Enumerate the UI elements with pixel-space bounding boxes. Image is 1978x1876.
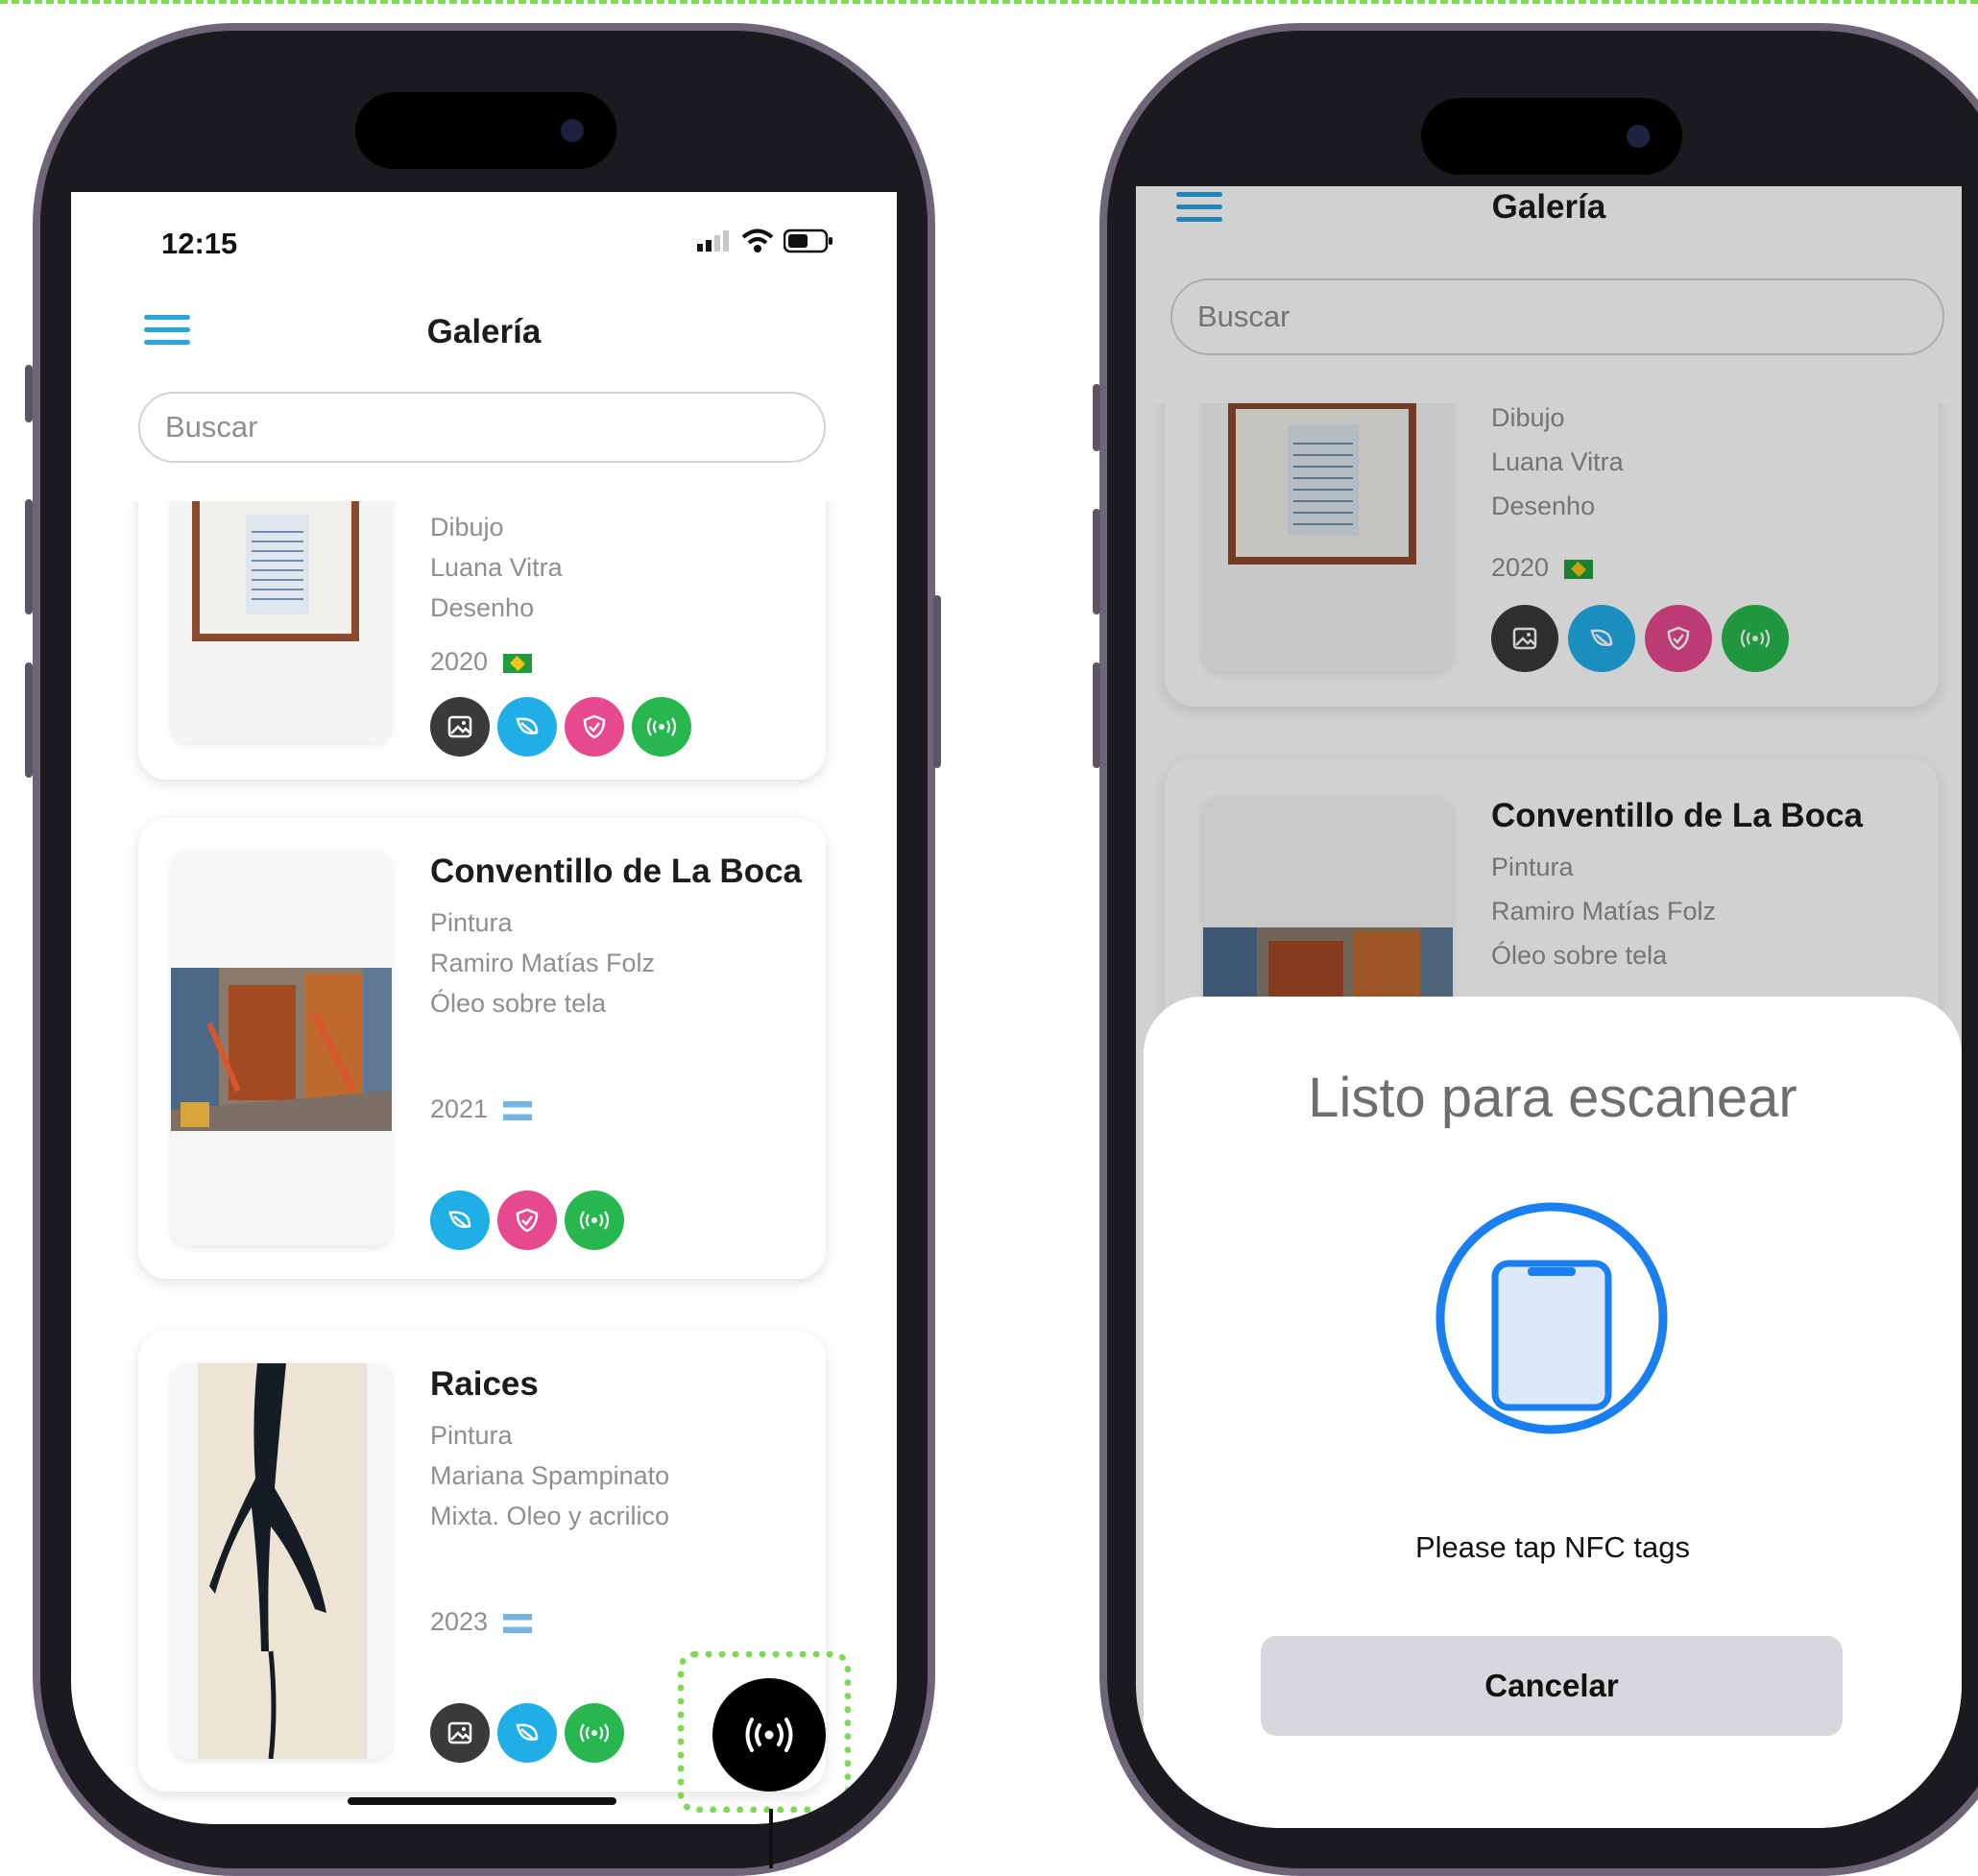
leaf-icon[interactable] (430, 1191, 490, 1250)
volume-down-button (1093, 662, 1100, 768)
artwork-thumbnail (171, 851, 392, 1246)
argentina-flag-icon (503, 1100, 533, 1120)
wifi-icon (741, 228, 774, 253)
status-icons (697, 228, 833, 253)
artwork-year-row: 2023 (430, 1607, 533, 1637)
shield-icon[interactable] (497, 1191, 557, 1250)
sheet-title: Listo para escanear (1308, 1067, 1797, 1129)
signal-icon (697, 230, 729, 252)
page-title: Galería (426, 313, 542, 350)
artwork-technique: Óleo sobre tela (430, 989, 607, 1018)
dynamic-island (1421, 98, 1682, 175)
screen-gallery: 12:15 Galería Buscar Dibujo Luana Vitra … (71, 192, 897, 1824)
top-dashed-border (0, 0, 1978, 4)
artwork-technique: Desenho (430, 593, 535, 622)
artwork-title: Conventillo de La Boca (430, 853, 802, 890)
search-input[interactable]: Buscar (138, 392, 826, 463)
pointer-line (769, 1809, 773, 1868)
nfc-scan-button[interactable] (712, 1678, 826, 1792)
side-button (1093, 384, 1100, 451)
artwork-card[interactable]: Conventillo de La Boca Pintura Ramiro Ma… (138, 818, 826, 1279)
image-icon[interactable] (430, 1703, 490, 1763)
artwork-artist: Ramiro Matías Folz (430, 949, 656, 977)
phone-scan-icon (1435, 1202, 1668, 1434)
cancel-button[interactable]: Cancelar (1261, 1636, 1843, 1736)
artwork-year: 2021 (430, 1094, 489, 1123)
artwork-technique: Mixta. Oleo y acrilico (430, 1502, 670, 1530)
home-indicator (348, 1797, 616, 1805)
volume-up-button (25, 499, 33, 614)
nfc-scan-sheet: Listo para escanear Please tap NFC tags … (1144, 997, 1962, 1828)
artwork-thumbnail (171, 1363, 392, 1759)
artwork-type: Pintura (430, 1421, 513, 1450)
power-button (933, 595, 941, 768)
volume-up-button (1093, 509, 1100, 614)
status-time: 12:15 (161, 227, 238, 260)
artwork-type: Pintura (430, 908, 513, 937)
artwork-year: 2023 (430, 1607, 489, 1636)
image-icon[interactable] (430, 697, 490, 757)
side-button (25, 365, 33, 422)
nfc-icon[interactable] (632, 697, 691, 757)
nfc-icon[interactable] (565, 1191, 624, 1250)
battery-icon (784, 228, 832, 253)
leaf-icon[interactable] (497, 697, 557, 757)
screen-nfc-scan: Galería Buscar Dibujo Luana Vitra Desenh… (1136, 186, 1962, 1828)
artwork-artist: Luana Vitra (430, 553, 563, 582)
artwork-thumbnail (171, 501, 392, 743)
artwork-actions (430, 1703, 624, 1763)
artwork-year-row: 2021 (430, 1094, 533, 1124)
brazil-flag-icon (503, 653, 533, 673)
artwork-year: 2020 (430, 647, 489, 676)
artwork-actions (430, 697, 691, 757)
sheet-message: Please tap NFC tags (1414, 1530, 1691, 1564)
artwork-title: Raices (430, 1365, 539, 1403)
nfc-icon[interactable] (565, 1703, 624, 1763)
leaf-icon[interactable] (497, 1703, 557, 1763)
artwork-year-row: 2020 (430, 647, 533, 677)
artwork-image-raices (171, 1363, 392, 1759)
artwork-type: Dibujo (430, 513, 504, 541)
artwork-image-dibujo (171, 501, 392, 743)
dynamic-island (355, 92, 616, 169)
artwork-artist: Mariana Spampinato (430, 1461, 670, 1490)
artwork-image-conventillo (171, 851, 392, 1246)
volume-down-button (25, 662, 33, 778)
argentina-flag-icon (503, 1613, 533, 1633)
artwork-actions (430, 1191, 624, 1250)
nfc-icon (745, 1718, 793, 1752)
artwork-card[interactable]: Dibujo Luana Vitra Desenho 2020 (138, 501, 826, 780)
shield-icon[interactable] (565, 697, 624, 757)
artwork-list[interactable]: Dibujo Luana Vitra Desenho 2020 Conventi… (71, 501, 897, 1824)
